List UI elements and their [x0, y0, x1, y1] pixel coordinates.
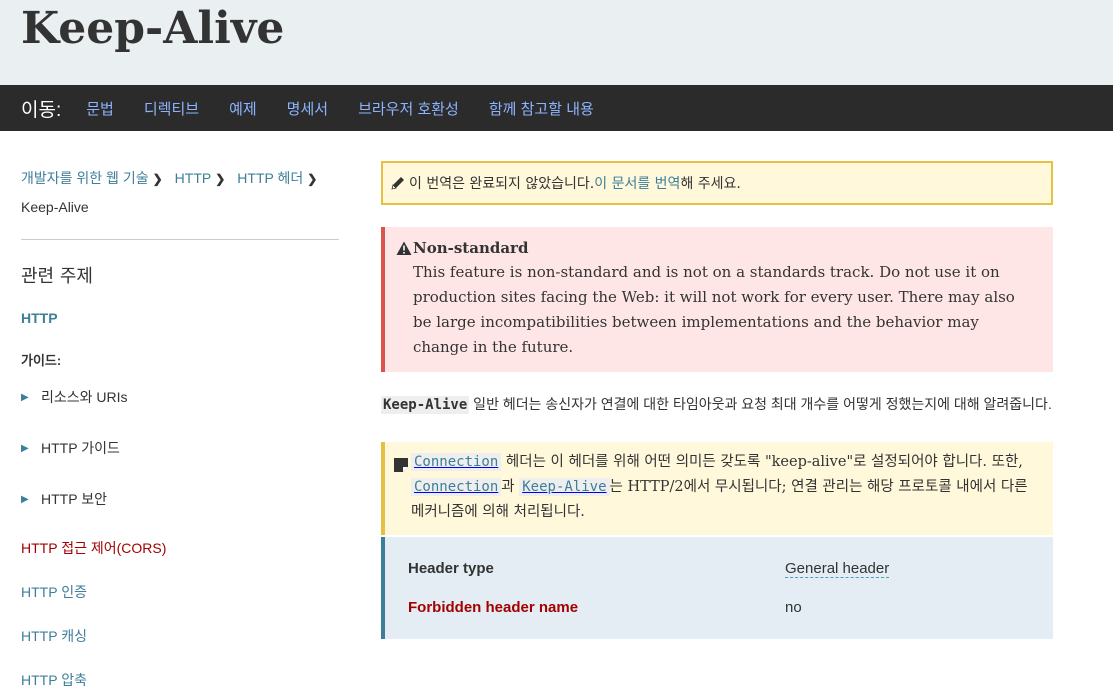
jump-link-see-also[interactable]: 함께 참고할 내용	[489, 98, 594, 119]
header-description: Keep-Alive 일반 헤더는 송신자가 연결에 대한 타임아웃과 요청 최…	[381, 392, 1053, 418]
note-icon	[394, 458, 408, 472]
property-row-header-type: Header type General header	[408, 560, 1053, 580]
nonstandard-body: This feature is non-standard and is not …	[413, 263, 1015, 356]
translation-notice: 이 번역은 완료되지 않았습니다. 이 문서를 번역 해 주세요.	[381, 161, 1053, 205]
warning-icon	[396, 241, 412, 255]
jump-link-directives[interactable]: 디렉티브	[144, 98, 199, 119]
chevron-right-icon: ❯	[215, 172, 226, 186]
jump-link-specifications[interactable]: 명세서	[287, 98, 328, 119]
breadcrumb-web-tech[interactable]: 개발자를 위한 웹 기술	[21, 170, 149, 186]
nonstandard-warning: Non-standard This feature is non-standar…	[381, 227, 1053, 372]
sidebar-item-label: 리소스와 URIs	[41, 389, 128, 405]
sidebar-link-http-compression[interactable]: HTTP 압축	[21, 670, 339, 690]
sidebar-divider	[21, 239, 339, 240]
pencil-icon	[391, 177, 404, 190]
connection-note: Connection 헤더는 이 헤더를 위해 어떤 의미든 갖도록 "keep…	[381, 442, 1053, 535]
forbidden-header-name-link[interactable]: Forbidden header name	[408, 599, 578, 616]
forbidden-value: no	[785, 599, 802, 616]
breadcrumb-http-headers[interactable]: HTTP 헤더	[237, 170, 303, 186]
sidebar-link-http[interactable]: HTTP	[21, 310, 339, 326]
description-text: 일반 헤더는 송신자가 연결에 대한 타임아웃과 요청 최대 개수를 어떻게 정…	[469, 396, 1052, 412]
header-properties-table: Header type General header Forbidden hea…	[381, 537, 1053, 639]
translate-link[interactable]: 이 문서를 번역	[594, 173, 680, 193]
connection-code-link-2[interactable]: Connection	[411, 478, 502, 496]
general-header-link[interactable]: General header	[785, 560, 890, 578]
sidebar-item-http-guide[interactable]: ▶ HTTP 가이드	[21, 438, 339, 458]
note-text-2: 과	[501, 479, 520, 495]
header-type-label: Header type	[408, 560, 494, 577]
main-content: 이 번역은 완료되지 않았습니다. 이 문서를 번역 해 주세요. Non-sta…	[381, 131, 1053, 639]
notice-text-before: 이 번역은 완료되지 않았습니다.	[409, 176, 595, 192]
jump-link-syntax[interactable]: 문법	[86, 98, 114, 119]
triangle-right-icon: ▶	[21, 391, 29, 403]
related-topics-title: 관련 주제	[21, 266, 93, 287]
sidebar-item-http-security[interactable]: ▶ HTTP 보안	[21, 489, 339, 509]
page-header: Keep-Alive	[0, 0, 1113, 85]
jump-label: 이동:	[21, 99, 62, 121]
sidebar-item-label: HTTP 보안	[41, 491, 107, 507]
note-text-1: 헤더는 이 헤더를 위해 어떤 의미든 갖도록 "keep-alive"로 설정…	[501, 454, 1023, 470]
breadcrumb-current: Keep-Alive	[21, 199, 89, 215]
breadcrumb: 개발자를 위한 웹 기술 ❯ HTTP ❯ HTTP 헤더 ❯ Keep-Alive	[21, 164, 339, 221]
jump-link-browser-compat[interactable]: 브라우저 호환성	[358, 98, 459, 119]
triangle-right-icon: ▶	[21, 493, 29, 505]
sidebar-link-http-caching[interactable]: HTTP 캐싱	[21, 626, 339, 646]
sidebar-link-cors[interactable]: HTTP 접근 제어(CORS)	[21, 538, 339, 558]
nonstandard-title: Non-standard	[413, 239, 529, 257]
sidebar-link-http-auth[interactable]: HTTP 인증	[21, 582, 339, 602]
jump-link-examples[interactable]: 예제	[229, 98, 257, 119]
chevron-right-icon: ❯	[307, 172, 318, 186]
property-row-forbidden: Forbidden header name no	[408, 599, 1053, 619]
sidebar-item-resources-uris[interactable]: ▶ 리소스와 URIs	[21, 387, 339, 407]
sidebar: 개발자를 위한 웹 기술 ❯ HTTP ❯ HTTP 헤더 ❯ Keep-Alive 관련…	[21, 131, 339, 690]
notice-text-after: 해 주세요.	[680, 176, 741, 192]
sidebar-item-label: HTTP 가이드	[41, 440, 120, 456]
page-title: Keep-Alive	[21, 3, 285, 54]
keep-alive-code: Keep-Alive	[381, 396, 470, 414]
guides-label: 가이드:	[21, 353, 62, 368]
chevron-right-icon: ❯	[152, 172, 163, 186]
jump-nav: 이동: 문법 디렉티브 예제 명세서 브라우저 호환성 함께 참고할 내용	[0, 85, 1113, 131]
triangle-right-icon: ▶	[21, 442, 29, 454]
connection-code-link[interactable]: Connection	[411, 453, 502, 471]
breadcrumb-http[interactable]: HTTP	[175, 170, 212, 186]
keep-alive-code-link[interactable]: Keep-Alive	[519, 478, 610, 496]
